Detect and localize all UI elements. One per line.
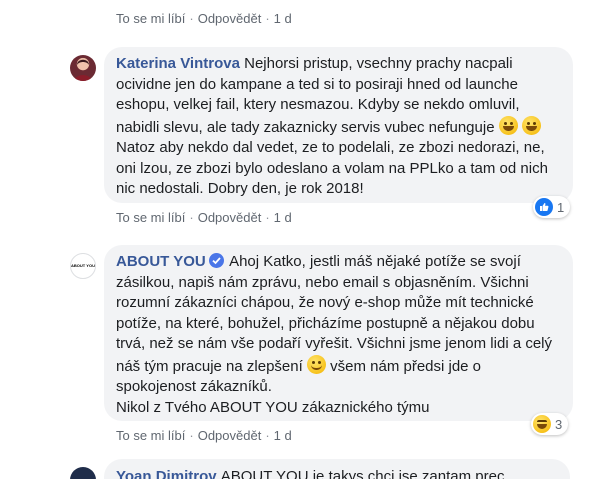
separator-dot: · [189, 210, 194, 225]
comment-text: Natoz aby nekdo dal vedet, ze to podelal… [116, 139, 548, 197]
grinning-emoji-icon [498, 115, 518, 135]
comment-author[interactable]: Yoan Dimitrov [116, 468, 217, 479]
like-link[interactable]: To se mi líbí [116, 11, 185, 26]
like-reaction-icon [535, 198, 553, 216]
reaction-count: 1 [557, 199, 565, 215]
reply-link[interactable]: Odpovědět [198, 11, 262, 26]
comment-author[interactable]: ABOUT YOU [116, 253, 206, 270]
haha-reaction-icon [533, 415, 551, 433]
avatar[interactable] [70, 55, 96, 81]
smiling-emoji-icon [306, 354, 326, 374]
like-link[interactable]: To se mi líbí [116, 428, 185, 443]
comment-actions: To se mi líbí · Odpovědět · 1 d [116, 210, 292, 225]
separator-dot: · [265, 11, 270, 26]
reaction-count: 3 [555, 416, 563, 432]
reaction-summary[interactable]: 1 [533, 196, 571, 218]
comment-actions: To se mi líbí · Odpovědět · 1 d [116, 11, 292, 26]
separator-dot: · [189, 428, 194, 443]
separator-dot: · [265, 210, 270, 225]
grinning-emoji-icon [521, 115, 541, 135]
reply-link[interactable]: Odpovědět [198, 210, 262, 225]
reaction-summary[interactable]: 3 [531, 413, 569, 435]
page-avatar[interactable]: ABOUT YOU [70, 253, 96, 279]
comment-text: ABOUT YOU je takys chci jse zantam prec [220, 468, 505, 479]
like-link[interactable]: To se mi líbí [116, 210, 185, 225]
avatar[interactable] [70, 467, 96, 479]
separator-dot: · [265, 428, 270, 443]
comment-preview: Yoan Dimitrov ABOUT YOU je takys chci js… [116, 468, 504, 479]
comment-signature: Nikol z Tvého ABOUT YOU zákaznického tým… [116, 398, 430, 416]
comment-text: Ahoj Katko, jestli máš nějaké potíže se … [116, 253, 553, 375]
comment-bubble: ABOUT YOU Ahoj Katko, jestli máš nějaké … [104, 245, 573, 421]
comment-actions: To se mi líbí · Odpovědět · 1 d [116, 428, 292, 443]
avatar-logo-text: ABOUT YOU [71, 263, 95, 268]
avatar-image [74, 59, 92, 81]
separator-dot: · [189, 11, 194, 26]
comment-bubble: Katerina Vintrova Nejhorsi pristup, vsec… [104, 47, 573, 203]
verified-badge-icon [208, 253, 224, 268]
timestamp[interactable]: 1 d [274, 11, 292, 26]
comment-author[interactable]: Katerina Vintrova [116, 55, 240, 72]
timestamp[interactable]: 1 d [274, 428, 292, 443]
reply-link[interactable]: Odpovědět [198, 428, 262, 443]
timestamp[interactable]: 1 d [274, 210, 292, 225]
